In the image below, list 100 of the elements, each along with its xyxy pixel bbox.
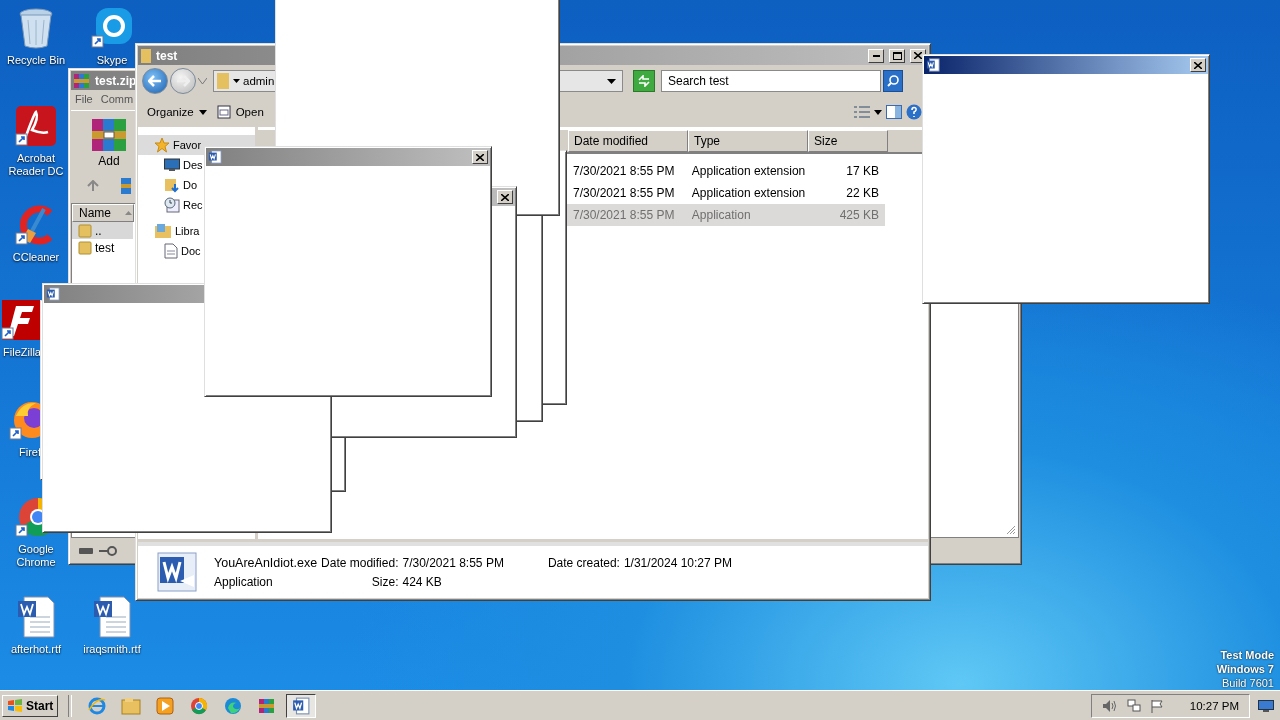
open-button[interactable]: Open [213,103,267,121]
chrome-icon [190,696,209,715]
desktop-icon-label[interactable]: afterhot.rtf [10,643,62,656]
close-button[interactable] [1190,58,1206,72]
word-icon [208,150,222,164]
archive-icon [258,696,277,715]
word-file-icon [156,551,198,593]
archive-icon [73,71,91,90]
detail-value: 1/31/2024 10:27 PM [623,555,733,570]
caret-icon [233,79,240,83]
word-icon [46,287,60,301]
close-icon [1194,61,1202,69]
table-cell-text: 7/30/2021 8:55 PM [572,164,676,178]
recent-places-icon [164,197,180,213]
forward-arrow-icon [176,75,190,87]
test-mode-text: Test Mode [1220,648,1274,662]
column-header[interactable]: Type [688,130,808,152]
file-type: Application [214,574,274,589]
windows-logo-icon [7,698,23,713]
caret-icon [198,109,207,115]
drive-icon [79,548,93,554]
test-mode-text: Windows 7 [1216,662,1274,676]
help-icon[interactable] [906,104,922,120]
add-button[interactable]: Add [89,116,129,170]
desktop-icon-label[interactable]: Recycle Bin [6,54,66,67]
media-player-icon [156,696,175,715]
table-cell-text: Application extension [690,186,806,200]
file-name: YouAreAnIdiot.exe [214,555,318,570]
monitor-icon [164,158,180,172]
folder-icon [78,223,92,238]
internet-explorer-icon [88,696,107,715]
table-cell-text: 7/30/2021 8:55 PM [572,186,676,200]
start-button[interactable]: Start [2,694,59,717]
organize-button[interactable]: Organize [144,104,210,120]
column-header[interactable]: Name [72,204,134,222]
folder-icon [121,696,142,715]
document-icon [164,243,178,259]
recycle-bin-icon[interactable] [16,6,56,50]
detail-value: 7/30/2021 8:55 PM [402,555,504,570]
table-cell-text: Application [690,208,752,222]
search-field[interactable]: Search test [661,70,881,92]
column-header[interactable]: Date modified [568,130,688,152]
menu-item[interactable]: Comm [100,93,134,107]
network-icon[interactable] [1125,698,1142,713]
back-arrow-icon [148,75,162,87]
close-icon [501,193,509,201]
resize-grip-icon[interactable] [1006,525,1016,535]
taskbar-button[interactable] [286,693,317,718]
acrobat-icon[interactable] [14,104,58,148]
refresh-button[interactable] [633,70,655,92]
flag-icon[interactable] [1149,698,1164,713]
maximize-icon [892,51,902,60]
file-list-item[interactable]: .. [72,222,133,239]
table-cell-text: 22 KB [845,186,880,200]
table-cell-text: 17 KB [845,164,880,178]
word-icon [292,696,311,715]
window-title: test [156,48,178,63]
caret-icon[interactable] [874,109,882,115]
archive-icon [121,178,131,194]
menu-item[interactable]: File [75,93,93,107]
minimize-icon [872,54,880,57]
detail-label: Size: [371,574,399,589]
column-header[interactable]: Size [808,130,888,152]
table-cell-text: 425 KB [838,208,880,222]
folder-icon [78,240,92,255]
monitor-icon [1258,699,1274,712]
desktop-icon-label[interactable]: Google Chrome [5,543,67,569]
refresh-icon [637,75,651,87]
file-list-item[interactable]: test [72,239,133,256]
sort-arrow-icon [125,211,132,215]
detail-label: Date modified: [321,555,399,570]
folder-download-icon [164,177,180,193]
search-button[interactable] [883,70,903,92]
desktop-icon-label[interactable]: FileZilla [3,346,41,359]
desktop-icon-label[interactable]: Firef [19,446,41,459]
key-icon [99,546,117,556]
test-mode-text: Build 7601 [1222,676,1274,690]
preview-pane-icon[interactable] [886,105,902,119]
open-file-icon [216,105,231,119]
library-icon [154,223,172,239]
forward-button[interactable] [170,68,196,94]
word-icon [926,58,940,72]
close-icon [476,153,484,161]
caret-icon [607,78,616,84]
edge-icon [224,696,243,715]
desktop-icon-label[interactable]: Acrobat Reader DC [5,152,67,178]
skype-icon[interactable] [90,6,134,50]
folder-icon [140,47,152,64]
desktop-icon-label[interactable]: CCleaner [12,251,60,264]
clock[interactable]: 10:27 PM [1189,699,1239,712]
desktop-icon-label[interactable]: iraqsmith.rtf [83,643,141,656]
window-title: test.zip [95,73,137,88]
speaker-icon[interactable] [1101,698,1118,713]
star-icon [154,137,170,153]
folder-icon [216,72,230,90]
close-icon [914,52,922,59]
desktop-icon-label[interactable]: Skype [96,54,128,67]
detail-label: Date created: [547,555,620,570]
detail-value: 424 KB [402,574,443,589]
back-button[interactable] [142,68,168,94]
